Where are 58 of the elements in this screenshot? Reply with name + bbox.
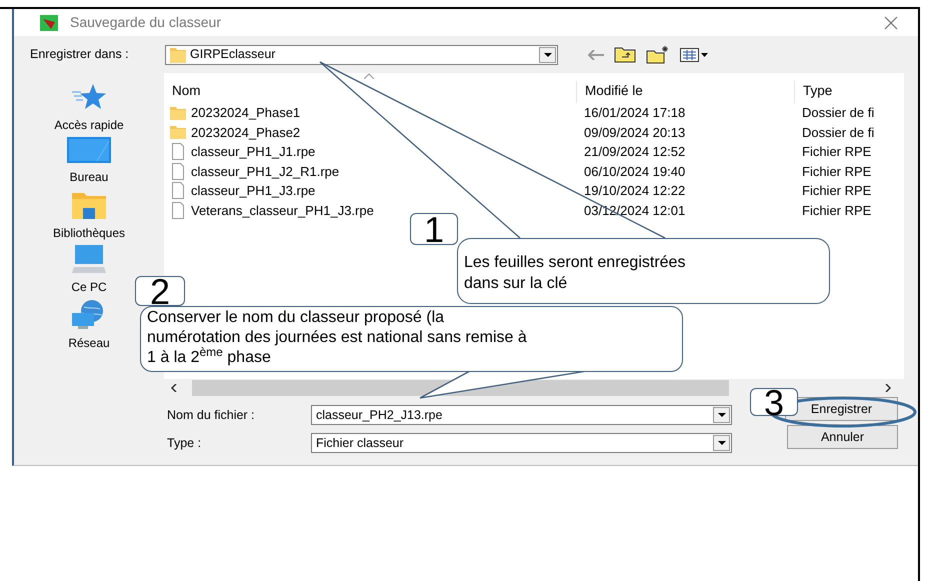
file-name-cell[interactable]: classeur_PH1_J3.rpe bbox=[191, 181, 316, 200]
date-cell-text: 09/09/2024 20:13 bbox=[583, 124, 686, 142]
file-icon bbox=[170, 162, 186, 180]
folder-icon bbox=[72, 191, 106, 221]
date-cell-text: 21/09/2024 12:52 bbox=[583, 143, 686, 161]
place-item[interactable]: Ce PC bbox=[71, 278, 107, 296]
network-icon bbox=[72, 299, 106, 331]
place-item[interactable]: Bibliothèques bbox=[52, 224, 126, 242]
folder-icon bbox=[170, 124, 186, 140]
column-header[interactable]: Type bbox=[794, 81, 904, 103]
file-type-label: Type : bbox=[167, 434, 202, 452]
file-name-label: Nom du fichier : bbox=[167, 406, 256, 424]
folder-icon bbox=[170, 104, 186, 121]
monitor-icon bbox=[67, 137, 111, 165]
column-header[interactable]: Modifié le bbox=[576, 81, 794, 103]
close-icon[interactable] bbox=[884, 16, 898, 30]
date-cell-text: 16/01/2024 17:18 bbox=[583, 104, 686, 122]
save-in-dropdown[interactable]: GIRPEclasseur bbox=[165, 44, 558, 64]
type-cell-text: Fichier RPE bbox=[801, 182, 872, 200]
place-item[interactable]: Accès rapide bbox=[54, 116, 124, 134]
step-number: 2 bbox=[135, 276, 185, 306]
app-icon bbox=[40, 14, 58, 30]
save-in-label: Enregistrer dans : bbox=[30, 46, 130, 64]
type-cell-text: Dossier de fi bbox=[801, 124, 876, 142]
place-item[interactable]: Réseau bbox=[68, 334, 110, 352]
scroll-right-icon[interactable] bbox=[884, 384, 892, 392]
file-name-cell[interactable]: 20232024_Phase2 bbox=[191, 122, 300, 142]
file-name-cell[interactable]: Veterans_classeur_PH1_J3.rpe bbox=[191, 200, 374, 220]
callout-text: Les feuilles seront enregistrées dans sur la clé bbox=[464, 253, 686, 294]
new-folder-icon[interactable] bbox=[646, 46, 670, 64]
callout-text: Conserver le nom du classeur proposé (la numérotation des journées est national sans remise à 1 à la 2$^{ème}$ phase bbox=[147, 308, 528, 368]
cancel-button[interactable]: Annuler bbox=[787, 425, 898, 449]
scroll-left-icon[interactable] bbox=[170, 384, 178, 392]
place-item[interactable]: Bureau bbox=[70, 168, 108, 186]
sort-caret-icon bbox=[364, 73, 374, 79]
step-number: 1 bbox=[410, 213, 458, 245]
type-cell-text: Dossier de fi bbox=[801, 104, 876, 122]
file-icon bbox=[170, 202, 186, 219]
file-name-cell[interactable]: 20232024_Phase1 bbox=[191, 103, 300, 122]
view-menu-icon[interactable] bbox=[680, 48, 708, 62]
column-header[interactable]: Nom bbox=[164, 81, 576, 103]
date-cell-text: 06/10/2024 19:40 bbox=[583, 162, 686, 180]
type-cell-text: Fichier RPE bbox=[801, 202, 872, 220]
file-name-cell[interactable]: classeur_PH1_J2_R1.rpe bbox=[191, 162, 340, 181]
date-cell-text: 19/10/2024 12:22 bbox=[583, 182, 686, 200]
computer-icon bbox=[72, 245, 106, 275]
folder-icon bbox=[170, 46, 186, 62]
window-title: Sauvegarde du classeur bbox=[70, 13, 221, 32]
folder-up-icon[interactable] bbox=[614, 46, 636, 63]
step-number: 3 bbox=[750, 388, 798, 416]
file-type-dropdown[interactable]: Fichier classeur bbox=[311, 433, 732, 453]
scrollbar-thumb[interactable] bbox=[192, 380, 729, 396]
file-icon bbox=[170, 143, 186, 160]
file-name-cell[interactable]: classeur_PH1_J1.rpe bbox=[191, 142, 316, 162]
file-icon bbox=[170, 182, 186, 200]
file-name-field[interactable]: classeur_PH2_J13.rpe bbox=[311, 405, 732, 425]
type-cell-text: Fichier RPE bbox=[801, 162, 872, 180]
type-cell-text: Fichier RPE bbox=[801, 143, 872, 161]
